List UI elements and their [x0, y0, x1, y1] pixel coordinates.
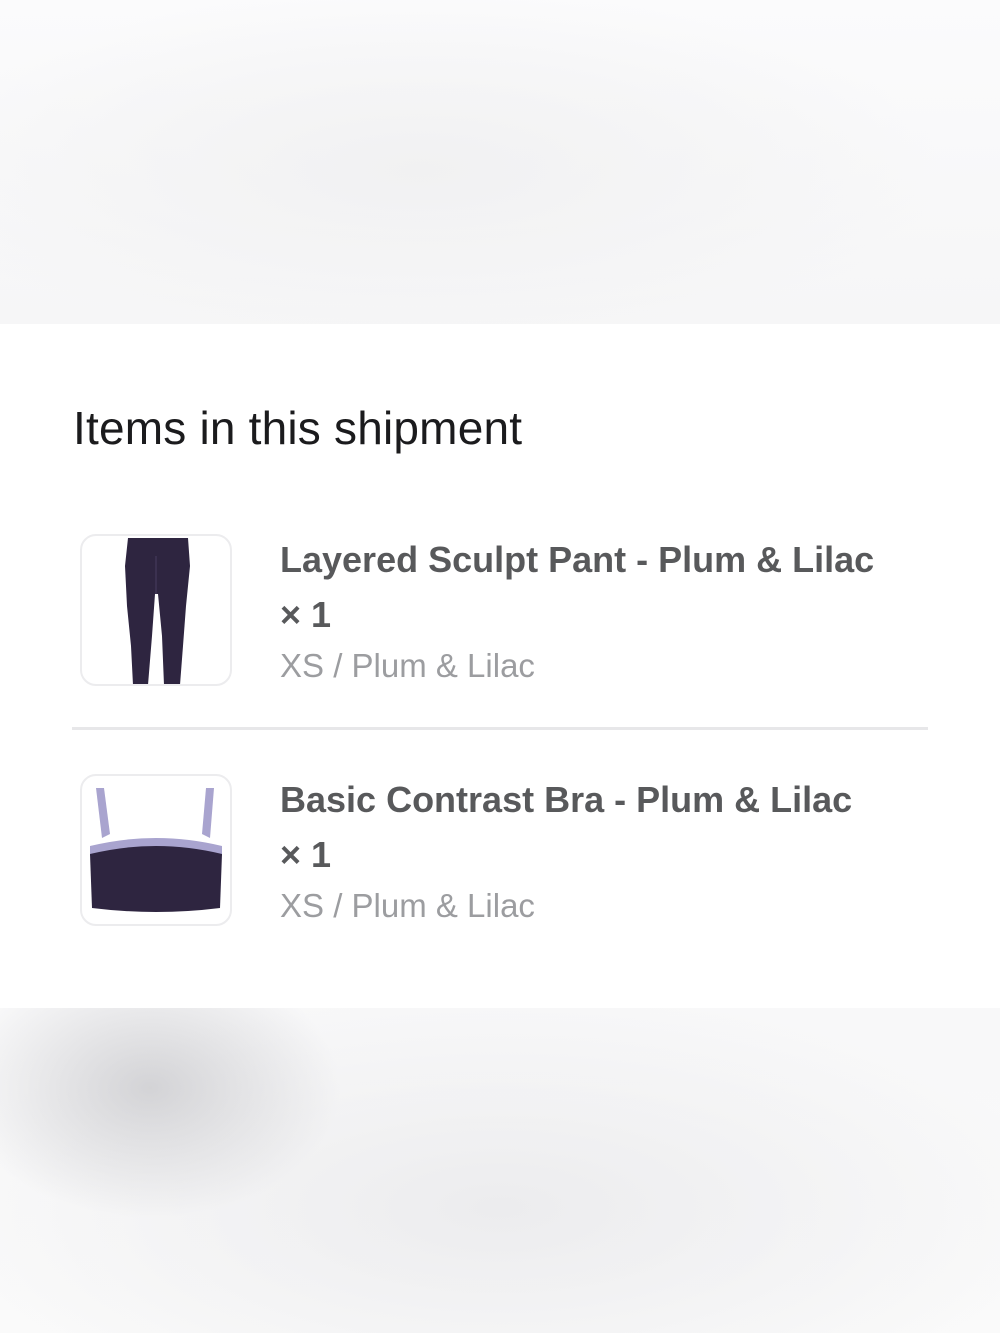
section-title: Items in this shipment [73, 402, 523, 454]
sports-bra-image [90, 788, 222, 912]
item-divider [72, 727, 928, 730]
blurred-background-top [0, 0, 1000, 324]
product-variant: XS / Plum & Lilac [280, 887, 535, 924]
product-name: Basic Contrast Bra - Plum & Lilac × 1 [280, 779, 853, 875]
product-variant: XS / Plum & Lilac [280, 647, 535, 684]
product-name: Layered Sculpt Pant - Plum & Lilac × 1 [280, 539, 875, 635]
product-thumbnail [80, 774, 232, 926]
leggings-image [125, 538, 190, 684]
blurred-background-bottom [0, 1008, 1000, 1333]
shipment-item[interactable]: Layered Sculpt Pant - Plum & Lilac × 1 X… [80, 534, 930, 694]
shipment-item[interactable]: Basic Contrast Bra - Plum & Lilac × 1 XS… [80, 774, 930, 934]
product-thumbnail [80, 534, 232, 686]
